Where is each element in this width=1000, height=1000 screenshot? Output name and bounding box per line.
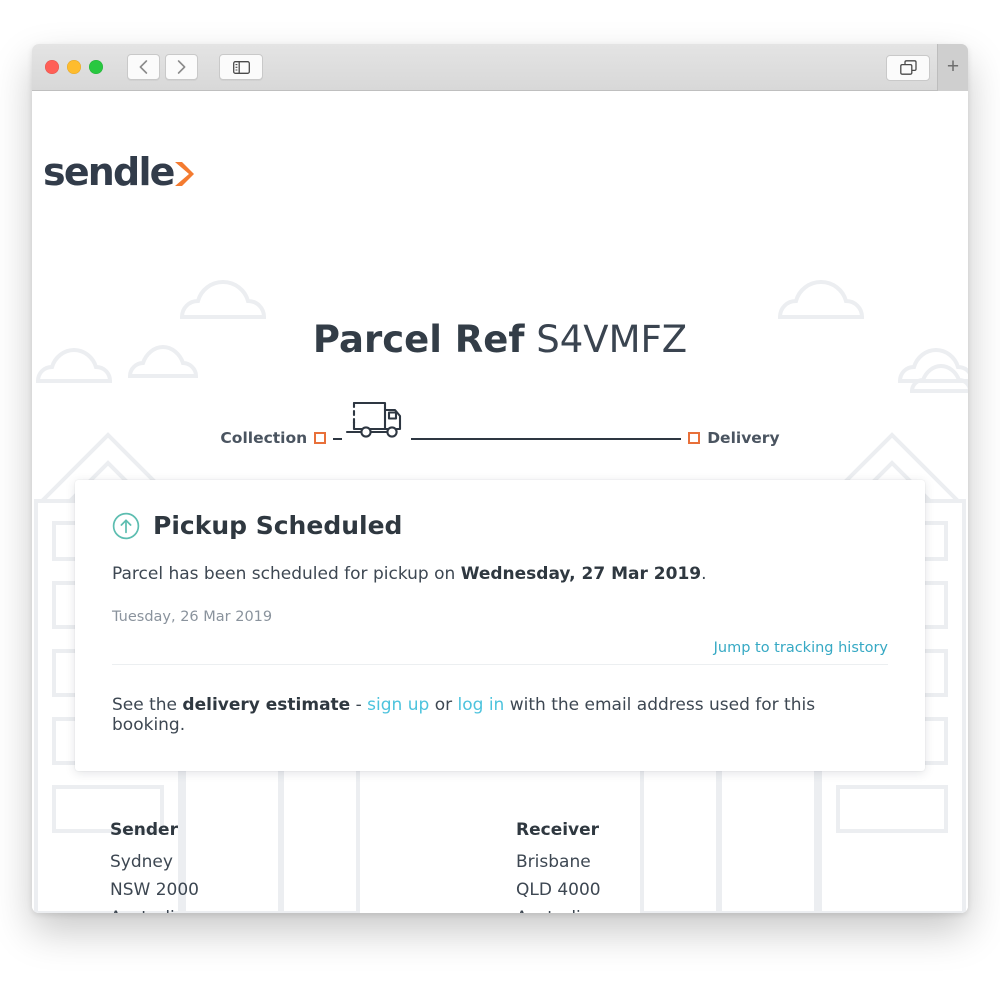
sendle-chevron-icon <box>174 161 194 186</box>
tracker-rail-left <box>333 401 412 440</box>
jump-to-tracking-history-link[interactable]: Jump to tracking history <box>714 640 888 657</box>
footer-prefix: See the <box>112 694 183 715</box>
tracker-rail-right <box>411 437 682 440</box>
sign-up-link[interactable]: sign up <box>367 695 429 715</box>
page-title-label: Parcel Ref <box>312 318 525 361</box>
receiver-heading: Receiver <box>516 820 600 840</box>
footer-dash: - <box>350 694 368 715</box>
status-card-meta-row: Tuesday, 26 Mar 2019 Jump to tracking hi… <box>112 609 888 657</box>
browser-window: + sendle Parcel Ref S4VMFZ Collection De… <box>32 44 968 913</box>
minimize-window-button[interactable] <box>67 60 81 74</box>
parcel-ref-value: S4VMFZ <box>536 318 688 361</box>
tracker-collection-label: Collection <box>220 429 308 447</box>
sendle-wordmark: sendle <box>43 150 175 194</box>
receiver-column: Receiver Brisbane QLD 4000 Australia <box>516 820 601 913</box>
sender-line-1: Sydney <box>110 852 173 872</box>
status-body-date: Wednesday, 27 Mar 2019 <box>460 564 702 584</box>
screenshot-stage: + sendle Parcel Ref S4VMFZ Collection De… <box>0 0 1000 1000</box>
back-button[interactable] <box>127 54 160 80</box>
footer-or: or <box>429 694 458 715</box>
card-divider <box>112 663 888 665</box>
truck-icon <box>346 401 402 438</box>
sender-column: Sender Sydney NSW 2000 Australia <box>110 820 516 913</box>
chevron-right-icon <box>177 60 186 74</box>
status-card-header: Pickup Scheduled <box>112 511 888 540</box>
pickup-arrow-icon <box>112 512 140 539</box>
zoom-window-button[interactable] <box>89 60 103 74</box>
receiver-line-1: Brisbane <box>516 852 591 872</box>
delivery-marker-icon <box>688 432 701 444</box>
page-content: sendle Parcel Ref S4VMFZ Collection Deli… <box>32 91 968 913</box>
shipment-progress-tracker: Collection Delivery <box>32 399 968 469</box>
sidebar-icon <box>232 60 250 74</box>
address-block: Sender Sydney NSW 2000 Australia Receive… <box>110 820 601 913</box>
footer-delivery-estimate: delivery estimate <box>182 694 351 715</box>
new-tab-button[interactable]: + <box>937 44 968 91</box>
navigation-buttons <box>127 54 198 80</box>
status-card-body: Parcel has been scheduled for pickup on … <box>112 562 888 588</box>
titlebar-right-controls: + <box>886 44 968 91</box>
status-card-footer: See the delivery estimate - sign up or l… <box>112 695 888 735</box>
tab-overview-button[interactable] <box>886 54 930 81</box>
tracker-delivery-label: Delivery <box>707 429 780 447</box>
browser-titlebar: + <box>32 44 968 91</box>
toggle-sidebar-button[interactable] <box>219 54 263 80</box>
sender-heading: Sender <box>110 820 178 840</box>
status-body-suffix: . <box>701 564 707 584</box>
status-body-prefix: Parcel has been scheduled for pickup on <box>112 564 461 584</box>
collection-marker-icon <box>314 432 327 444</box>
window-traffic-lights <box>45 60 103 74</box>
receiver-line-2: QLD 4000 <box>516 880 601 901</box>
receiver-line-3: Australia <box>516 904 601 913</box>
page-title: Parcel Ref S4VMFZ <box>32 318 968 361</box>
close-window-button[interactable] <box>45 60 59 74</box>
sender-line-2: NSW 2000 <box>110 880 199 901</box>
tracker-inner: Collection Delivery <box>220 401 780 469</box>
status-card: Pickup Scheduled Parcel has been schedul… <box>75 480 925 771</box>
log-in-link[interactable]: log in <box>458 695 505 715</box>
status-event-date: Tuesday, 26 Mar 2019 <box>112 608 273 625</box>
sender-line-3: Australia <box>110 904 516 913</box>
sendle-logo[interactable]: sendle <box>43 150 194 194</box>
forward-button[interactable] <box>165 54 198 80</box>
status-title: Pickup Scheduled <box>153 511 403 540</box>
tab-overview-icon <box>899 59 917 75</box>
chevron-left-icon <box>139 60 148 74</box>
